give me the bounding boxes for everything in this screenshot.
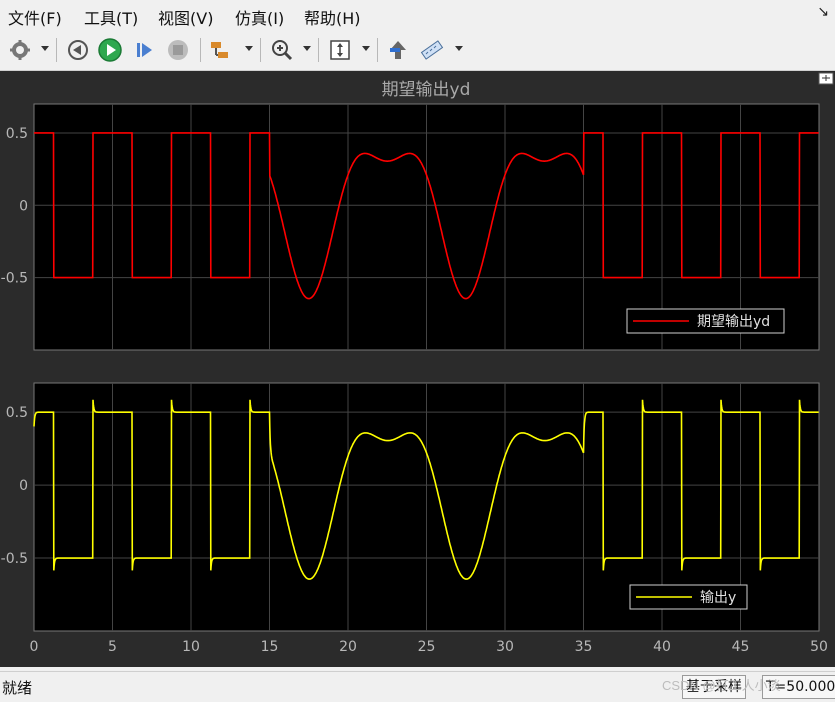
y-tick-label: 0 xyxy=(19,478,28,494)
step-forward-icon[interactable] xyxy=(130,37,158,63)
x-tick-label: 0 xyxy=(30,639,39,655)
toolbar-separator xyxy=(56,38,57,62)
legend-label: 期望输出yd xyxy=(697,314,770,330)
axes-bottom: 0.5 0 -0.5 0 5 10 15 20 25 30 35 40 45 50 输出y xyxy=(1,382,828,655)
axes-top: 0.5 0 -0.5 期望输出yd xyxy=(1,103,820,351)
status-ready: 就绪 xyxy=(2,679,33,697)
y-tick-label: 0 xyxy=(19,198,28,214)
watermark: CSDN @打工人小淡 xyxy=(662,678,781,693)
gear-icon[interactable] xyxy=(6,37,34,63)
y-tick-label: 0.5 xyxy=(6,126,28,142)
run-icon[interactable] xyxy=(96,37,124,63)
legend-label: 输出y xyxy=(700,590,736,606)
menu-view[interactable]: 视图(V) xyxy=(158,5,213,29)
x-tick-label: 15 xyxy=(261,639,279,655)
highlight-icon[interactable] xyxy=(384,37,412,63)
x-tick-label: 10 xyxy=(182,639,200,655)
chevron-down-icon[interactable] xyxy=(41,46,49,51)
x-tick-label: 30 xyxy=(496,639,514,655)
y-tick-label: -0.5 xyxy=(1,271,28,287)
zoom-icon[interactable] xyxy=(268,37,296,63)
chevron-down-icon[interactable] xyxy=(455,46,463,51)
scope-figure: 期望输出yd 0.5 0 -0.5 期望输出yd 0.5 0 -0.5 0 5 10 15 20 25 3… xyxy=(0,71,835,667)
legend: 期望输出yd xyxy=(626,308,785,334)
menu-bar: 文件(F) 工具(T) 视图(V) 仿真(I) 帮助(H) ↘ xyxy=(0,0,835,30)
y-tick-label: -0.5 xyxy=(1,551,28,567)
x-tick-label: 5 xyxy=(108,639,117,655)
measure-icon[interactable] xyxy=(418,37,446,63)
stop-icon[interactable] xyxy=(164,37,192,63)
plot-title: 期望输出yd xyxy=(382,80,471,100)
toolbar-separator xyxy=(260,38,261,62)
x-tick-label: 50 xyxy=(810,639,828,655)
menu-file[interactable]: 文件(F) xyxy=(8,5,62,29)
restore-icon[interactable]: ↘ xyxy=(817,4,829,20)
x-tick-label: 25 xyxy=(418,639,436,655)
toolbar-separator xyxy=(377,38,378,62)
autoscale-icon[interactable] xyxy=(326,37,354,63)
menu-help[interactable]: 帮助(H) xyxy=(304,5,361,29)
menu-tools[interactable]: 工具(T) xyxy=(84,5,138,29)
scope-plots: 期望输出yd 0.5 0 -0.5 期望输出yd 0.5 0 -0.5 0 5 10 15 20 25 3… xyxy=(1,72,834,655)
toolbar-separator xyxy=(200,38,201,62)
chevron-down-icon[interactable] xyxy=(245,46,253,51)
chevron-down-icon[interactable] xyxy=(362,46,370,51)
x-tick-label: 45 xyxy=(732,639,750,655)
expand-icon[interactable] xyxy=(818,72,834,85)
toolbar xyxy=(0,30,835,71)
menu-simulation[interactable]: 仿真(I) xyxy=(235,5,284,29)
x-tick-label: 20 xyxy=(339,639,357,655)
step-back-icon[interactable] xyxy=(64,37,92,63)
x-tick-label: 40 xyxy=(653,639,671,655)
signal-select-icon[interactable] xyxy=(206,37,236,63)
legend: 输出y xyxy=(629,584,748,610)
chevron-down-icon[interactable] xyxy=(303,46,311,51)
toolbar-separator xyxy=(318,38,319,62)
y-tick-label: 0.5 xyxy=(6,405,28,421)
x-tick-label: 35 xyxy=(575,639,593,655)
